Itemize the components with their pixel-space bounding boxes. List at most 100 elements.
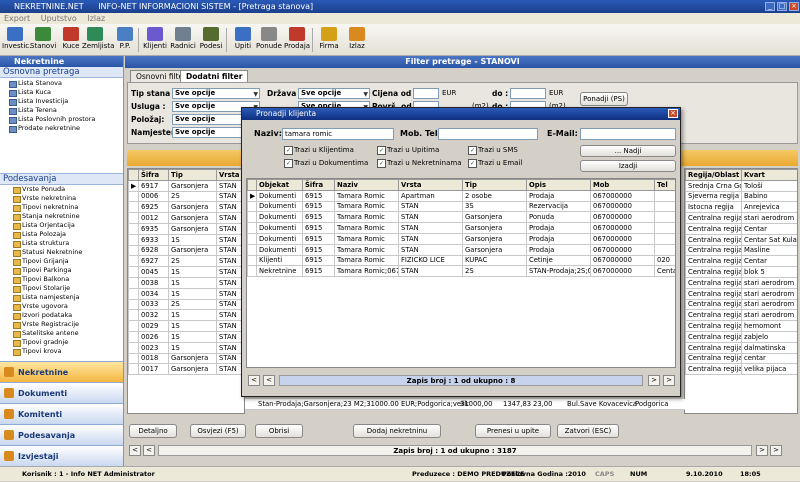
sidebar-item-tipovi-balkona[interactable]: Tipovi Balkona [0,275,123,284]
toolbar-stanovi-button[interactable]: Stanovi [30,24,56,56]
table-row[interactable]: Srednja Crna GoraTološi [685,179,797,192]
table-row[interactable]: Centralna regija stari aerodrom [685,276,797,289]
sidebar-item-tipovi-gradnje[interactable]: Tipovi gradnje [0,338,123,347]
toolbar-upiti-button[interactable]: Upiti [230,24,256,56]
sidebar-item-lista-stanova[interactable]: Lista Stanova [0,79,123,88]
table-row[interactable]: Centralna regija stari aerodrom [685,298,797,311]
toolbar-klijenti-button[interactable]: Klijenti [142,24,168,56]
toolbar-zemljista-button[interactable]: Zemljista [82,24,114,56]
sidebar-item-prodate-nekretnine[interactable]: Prodate nekretnine [0,124,123,133]
table-row[interactable]: Centralna regija Masline [685,244,797,257]
column-header-tel[interactable]: Tel [654,179,675,191]
detaljno-button[interactable]: Detaljno [129,424,177,438]
table-row[interactable]: Klijenti 6915 Tamara Romic FIZICKO LICE KUPA… [247,254,675,267]
sidebar-item-lista-poslovnih-prostora[interactable]: Lista Poslovnih prostora [0,115,123,124]
grid-next-last[interactable]: > [770,445,782,456]
drzava-select[interactable]: Sve opcije [298,88,370,99]
table-row[interactable]: Sjeverna regija Babino [685,190,797,203]
toolbar-prodaja-button[interactable]: Prodaja [284,24,310,56]
osvjezi-button[interactable]: Osvjezi (F5) [190,424,246,438]
toolbar-firma-button[interactable]: Firma [316,24,342,56]
minimize-icon[interactable]: _ [765,2,775,11]
prenesi-u-upite-button[interactable]: Prenesi u upite [475,424,551,438]
dialog-last-button[interactable]: > [663,375,675,386]
table-row[interactable]: ▶ Dokumenti 6915 Tamara Romic Apartman 2 osob… [247,189,675,202]
table-row[interactable]: Centralna regija stari aerodrom [685,212,797,224]
table-row[interactable]: 6935 Garsonjera STAN [128,222,244,235]
naziv-input[interactable]: tamara romic [282,128,394,140]
sidebar-item-tipovi-grijanja[interactable]: Tipovi Grijanja [0,257,123,266]
sidebar-item-lista-terena[interactable]: Lista Terena [0,106,123,115]
toolbar-izlaz-button[interactable]: Izlaz [344,24,370,56]
sidebar-item-tipovi-parkinga[interactable]: Tipovi Parkinga [0,266,123,275]
sidebar-item-statusi-nekretnine[interactable]: Statusi Nekretnine [0,248,123,257]
table-row[interactable]: Dokumenti 6915 Tamara Romic STAN Garsonjera P… [247,243,675,256]
sidebar-item-izvori-podataka[interactable]: Izvori podataka [0,311,123,320]
table-row[interactable]: 0012 Garsonjera STAN [128,212,244,224]
sidebar-section-podesavanja[interactable]: Podesavanja [0,174,123,185]
nadji-button[interactable]: ... Nadji [580,145,676,157]
sidebar-item-vrste-ugovora[interactable]: Vrste ugovora [0,302,123,311]
dialog-close-icon[interactable]: × [668,109,678,118]
cijena-do-input[interactable] [510,88,546,99]
menu-export[interactable]: Export [4,14,30,23]
toolbar-podesi-button[interactable]: Podesi [198,24,224,56]
toolbar-ponude-button[interactable]: Ponude [256,24,282,56]
table-row[interactable]: Istocna regija Anrejevica [685,201,797,214]
check-dokumenti[interactable]: Trazi u Dokumentima [284,159,368,168]
sidebar-item-vrste-ponuda[interactable]: Vrste Ponuda [0,185,123,194]
check-sms[interactable]: Trazi u SMS [468,146,518,155]
table-row[interactable]: 0017 Garsonjera STAN [128,363,244,376]
toolbar-investic-button[interactable]: Investic. [2,24,31,56]
menu-uputstvo[interactable]: Uputstvo [41,14,77,23]
column-header-regija-oblast[interactable]: Regija/Oblast [685,169,742,181]
check-upiti[interactable]: Trazi u Upitima [377,146,439,155]
izadji-button[interactable]: Izadji [580,160,676,172]
maximize-icon[interactable]: □ [777,2,787,11]
toolbar-p-p-button[interactable]: P.P. [112,24,138,56]
table-row[interactable]: Dokumenti 6915 Tamara Romic STAN Garsonjera P… [247,232,675,245]
table-row[interactable]: Centralna regija dalmatinska [685,341,797,354]
table-row[interactable]: 0032 1S STAN [128,309,244,322]
check-nekretnine[interactable]: Trazi u Nekretninama [377,159,462,168]
nav-izvjestaji-button[interactable]: Izvjestaji [0,445,123,466]
dialog-first-button[interactable]: < [248,375,260,386]
nav-podesavanja-button[interactable]: Podesavanja [0,424,123,445]
table-row[interactable]: Centralna regija velika pijaca [685,363,797,376]
table-row[interactable]: 0026 1S STAN [128,330,244,343]
table-row[interactable]: 0033 2S STAN [128,298,244,311]
table-row[interactable]: 0023 1S STAN [128,341,244,354]
column-header-tip[interactable]: Tip [168,169,217,181]
table-row[interactable]: 6928 Garsonjera STAN [128,244,244,257]
ponadji-button[interactable]: Ponadji (PS) [580,92,628,106]
table-row[interactable]: Centralna regija Centar [685,222,797,235]
nav-komitenti-button[interactable]: Komitenti [0,403,123,424]
check-email[interactable]: Trazi u Email [468,159,522,168]
grid-next[interactable]: > [756,445,768,456]
sidebar-item-vrste-registracije[interactable]: Vrste Registracije [0,320,123,329]
table-row[interactable]: Centralna regija zabjelo [685,330,797,343]
table-row[interactable]: Dokumenti 6915 Tamara Romic STAN Garsonjera P… [247,222,675,234]
table-row[interactable]: Centralna regija Centar Sat Kula [685,233,797,246]
column-header-ifra[interactable]: Šifra [138,169,169,181]
obrisi-button[interactable]: Obrisi [255,424,303,438]
column-header-vrsta[interactable]: Vrsta [398,179,463,191]
table-row[interactable]: Centralna regija hemomont [685,320,797,332]
sidebar-item-lista-struktura[interactable]: Lista struktura [0,239,123,248]
table-row[interactable]: Dokumenti 6915 Tamara Romic STAN 3S Rezervaci… [247,200,675,213]
table-row[interactable]: Centralna regija stari aerodrom [685,309,797,322]
table-row[interactable]: Dokumenti 6915 Tamara Romic STAN Garsonjera P… [247,211,675,224]
column-header-tip[interactable]: Tip [462,179,527,191]
sidebar-item-tipovi-nekretnina[interactable]: Tipovi nekretnina [0,203,123,212]
sidebar-section-osnovna[interactable]: Osnovna pretraga [0,67,123,78]
sidebar-item-lista-polozaja[interactable]: Lista Polozaja [0,230,123,239]
grid-last-row[interactable]: Stan-Prodaja;Garsonjera;23 M2;31000.00 E… [245,399,685,410]
close-icon[interactable]: × [789,2,799,11]
table-row[interactable]: Centralna regija Centar [685,255,797,268]
zatvori-button[interactable]: Zatvori (ESC) [557,424,619,438]
email-input[interactable] [580,128,676,140]
dialog-next-button[interactable]: > [648,375,660,386]
column-header-mob[interactable]: Mob [590,179,655,191]
grid-prev-first[interactable]: < [129,445,141,456]
mob-tel-input[interactable] [438,128,538,140]
